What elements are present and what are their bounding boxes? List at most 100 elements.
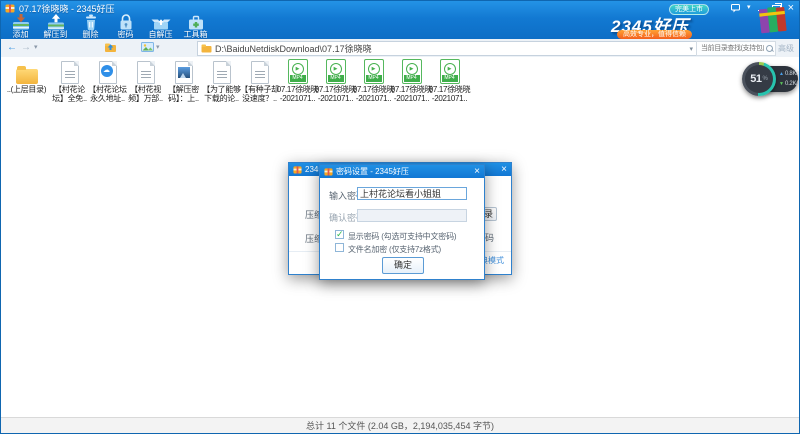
brand-slogan: 高效专业，值得信赖 xyxy=(617,30,692,39)
file-name: 【村花视 xyxy=(130,85,161,94)
file-name: 07.17徐晓晓 xyxy=(277,85,319,94)
up-directory-icon[interactable] xyxy=(104,41,117,53)
progress-ring: 51 % xyxy=(742,62,776,96)
password-input[interactable] xyxy=(357,187,467,200)
password-dialog-close-icon[interactable]: × xyxy=(474,167,480,177)
delete-button[interactable]: 删除 xyxy=(73,14,108,39)
speed-widget[interactable]: 51 % ▲ 0.8K/s ▼ 0.2K/s xyxy=(742,62,798,96)
toolbar-label: 自解压 xyxy=(149,31,173,39)
password-dialog-titlebar: 密码设置 - 2345好压 × xyxy=(320,165,484,178)
haozip-window: 07.17徐晓晓 - 2345好压 ▾ × 添加 解压到 删除 xyxy=(0,0,800,434)
file-item[interactable]: 【有种子却 没速度？.. xyxy=(241,60,278,103)
file-name: 07.17徐晓晓 xyxy=(391,85,433,94)
view-caret-icon[interactable]: ▾ xyxy=(156,41,160,54)
file-item[interactable]: 【村花论 坛】全免.. xyxy=(51,60,88,103)
file-name: 坛】全免.. xyxy=(52,94,87,103)
window-chrome: 07.17徐晓晓 - 2345好压 ▾ × 添加 解压到 删除 xyxy=(1,1,799,39)
file-name: 永久地址.. xyxy=(90,94,125,103)
upload-rate: 0.8K/s xyxy=(785,71,800,77)
mp4-file-icon: ▶MP4 xyxy=(364,59,384,84)
show-password-label: 显示密码 (勾选可支持中文密码) xyxy=(348,231,456,242)
text-file-icon xyxy=(213,61,231,84)
file-item[interactable]: 【解压密 码】：上.. xyxy=(165,60,202,103)
file-name: 【村花论 xyxy=(54,85,85,94)
file-name: 没速度？.. xyxy=(242,94,277,103)
password-dialog: 密码设置 - 2345好压 × 输入密码 确认密码 ✓ 显示密码 (勾选可支持中… xyxy=(319,164,485,280)
toolbar-label: 删除 xyxy=(83,31,99,39)
status-bar: 总计 11 个文件 (2.04 GB，2,194,035,454 字节) xyxy=(1,417,799,433)
text-file-icon xyxy=(251,61,269,84)
advanced-search-link[interactable]: 高级 xyxy=(778,43,794,54)
download-arrow-icon: ▼ xyxy=(779,81,784,87)
sfx-button[interactable]: 自解压 xyxy=(143,14,178,39)
search-icon[interactable] xyxy=(766,45,773,52)
ok-button[interactable]: 确定 xyxy=(382,257,424,274)
file-name: ..(上层目录) xyxy=(7,85,46,94)
text-file-icon xyxy=(61,61,79,84)
add-button[interactable]: 添加 xyxy=(3,14,38,39)
app-icon xyxy=(5,3,15,13)
file-item-video[interactable]: ▶MP4 07.17徐晓晓 -2021071.. xyxy=(355,60,392,103)
password-dialog-title: 密码设置 - 2345好压 xyxy=(336,166,409,177)
text-file-icon xyxy=(137,61,155,84)
folder-up-icon xyxy=(16,69,38,84)
file-name: -2021071.. xyxy=(432,94,467,103)
download-rate: 0.2K/s xyxy=(785,81,800,87)
file-item-video[interactable]: ▶MP4 07.17徐晓晓 -2021071.. xyxy=(279,60,316,103)
trash-icon xyxy=(79,14,103,30)
speed-rates: ▲ 0.8K/s ▼ 0.2K/s xyxy=(779,69,800,89)
file-item[interactable]: 【村花视 频】万部.. xyxy=(127,60,164,103)
forward-icon[interactable]: → xyxy=(21,41,31,54)
compress-dialog-close-icon[interactable]: × xyxy=(501,165,507,175)
progress-percent: 51 xyxy=(750,73,761,85)
toolbox-icon xyxy=(184,14,208,30)
folder-icon xyxy=(201,44,212,53)
file-item-parent-dir[interactable]: ..(上层目录) xyxy=(3,60,50,94)
mp4-file-icon: ▶MP4 xyxy=(440,59,460,84)
file-name: 07.17徐晓晓 xyxy=(353,85,395,94)
upload-arrow-icon: ▲ xyxy=(779,71,784,77)
file-name: -2021071.. xyxy=(280,94,315,103)
window-title: 07.17徐晓晓 - 2345好压 xyxy=(19,2,115,15)
dialog-app-icon xyxy=(293,165,302,174)
address-caret-icon[interactable]: ▾ xyxy=(689,45,693,53)
url-file-icon: ☁ xyxy=(99,61,117,84)
file-name: 07.17徐晓晓 xyxy=(429,85,471,94)
file-item[interactable]: ☁ 【村花论坛 永久地址.. xyxy=(89,60,126,103)
file-name: -2021071.. xyxy=(318,94,353,103)
file-name: 【村花论坛 xyxy=(88,85,127,94)
back-icon[interactable]: ← xyxy=(7,41,17,54)
search-input[interactable] xyxy=(699,44,766,53)
status-summary: 总计 11 个文件 (2.04 GB，2,194,035,454 字节) xyxy=(306,419,494,432)
filename-encrypt-label: 文件名加密 (仅支持7z格式) xyxy=(348,244,441,255)
lock-icon xyxy=(114,14,138,30)
books-icon xyxy=(757,5,791,35)
address-field[interactable]: D:\BaiduNetdiskDownload\07.17徐晓晓 ▾ xyxy=(197,41,697,56)
file-row: ..(上层目录) 【村花论 坛】全免.. ☁ 【村花论坛 永久地址.. 【村花视… xyxy=(1,57,799,103)
password-button[interactable]: 密码 xyxy=(108,14,143,39)
file-item-video[interactable]: ▶MP4 07.17徐晓晓 -2021071.. xyxy=(393,60,430,103)
image-file-icon xyxy=(175,61,193,84)
address-bar: ← → ▾ ▾ D:\BaiduNetdiskDownload\07.17徐晓晓… xyxy=(1,39,799,58)
file-name: 07.17徐晓晓 xyxy=(315,85,357,94)
toolbox-button[interactable]: 工具箱 xyxy=(178,14,213,39)
file-name: 【解压密 xyxy=(168,85,199,94)
history-caret-icon[interactable]: ▾ xyxy=(34,41,38,54)
extract-icon xyxy=(44,14,68,30)
cloud-icon: ☁ xyxy=(101,65,113,77)
file-item-video[interactable]: ▶MP4 07.17徐晓晓 -2021071.. xyxy=(317,60,354,103)
filename-encrypt-checkbox[interactable] xyxy=(335,243,344,252)
file-item-video[interactable]: ▶MP4 07.17徐晓晓 -2021071.. xyxy=(431,60,468,103)
view-mode-icon[interactable] xyxy=(141,41,154,53)
file-item[interactable]: 【为了能够 下载的论.. xyxy=(203,60,240,103)
file-name: 码】：上.. xyxy=(168,94,199,103)
file-name: 【为了能够 xyxy=(202,85,241,94)
search-field xyxy=(696,41,776,56)
brand-banner[interactable]: 完美上市 2345好压 高效专业，值得信赖 xyxy=(609,3,791,39)
mp4-file-icon: ▶MP4 xyxy=(288,59,308,84)
play-icon: ▶ xyxy=(406,63,418,75)
confirm-password-input xyxy=(357,209,467,222)
play-icon: ▶ xyxy=(330,63,342,75)
extract-to-button[interactable]: 解压到 xyxy=(38,14,73,39)
show-password-checkbox[interactable]: ✓ xyxy=(335,230,344,239)
